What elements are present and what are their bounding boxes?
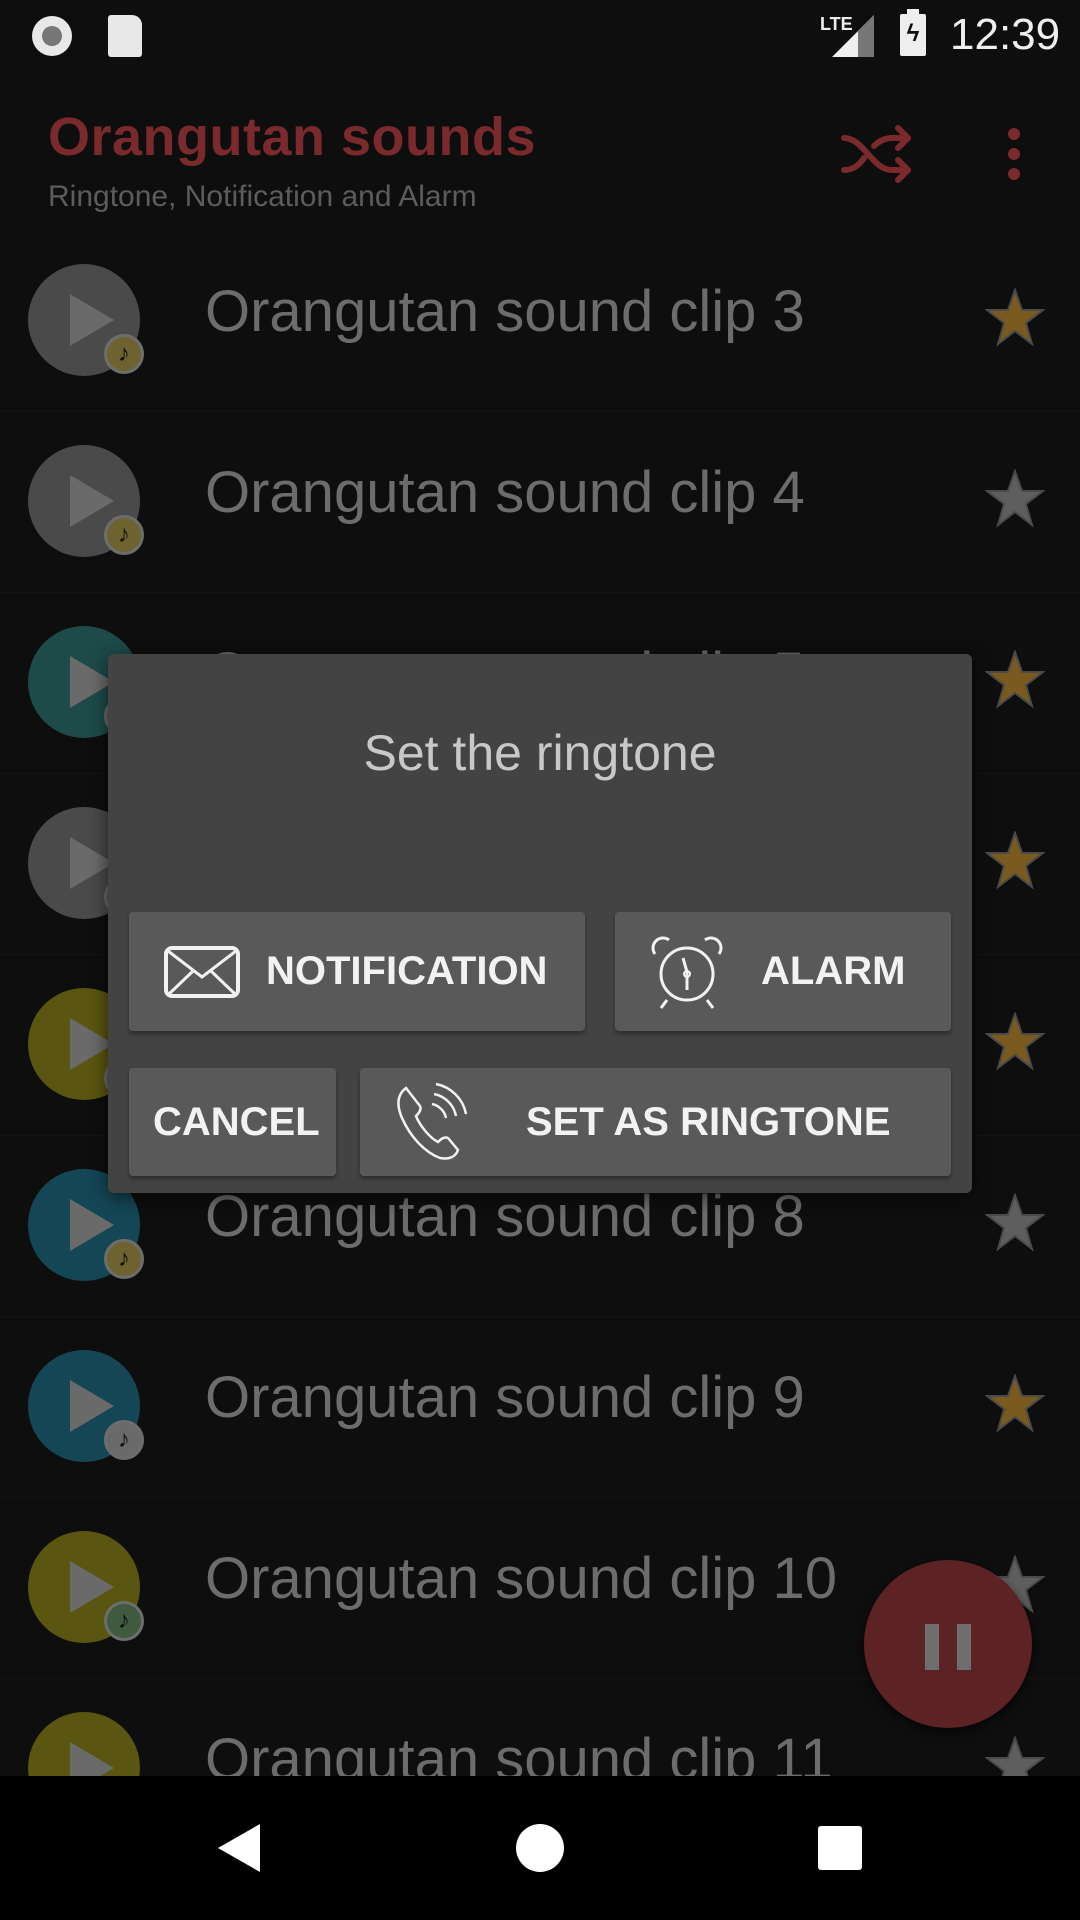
dialog-title: Set the ringtone bbox=[363, 725, 717, 781]
sound-title: Orangutan sound clip 8 bbox=[205, 1184, 805, 1249]
bolt-glyph: ϟ bbox=[906, 20, 920, 47]
cancel-label: CANCEL bbox=[153, 1100, 320, 1144]
clock: 12:39 bbox=[950, 10, 1061, 59]
sound-title: Orangutan sound clip 10 bbox=[205, 1546, 837, 1611]
app-title: Orangutan sounds bbox=[48, 107, 537, 167]
play-icon bbox=[70, 1199, 114, 1251]
list-item[interactable]: ♪ Orangutan sound clip 4 bbox=[0, 411, 1080, 593]
pause-icon bbox=[925, 1624, 939, 1670]
favorite-star-icon[interactable] bbox=[985, 469, 1045, 529]
set-as-ringtone-label: SET AS RINGTONE bbox=[526, 1100, 891, 1144]
screen-record-icon bbox=[32, 16, 72, 56]
home-icon[interactable] bbox=[516, 1824, 564, 1872]
envelope-icon bbox=[164, 946, 240, 998]
favorite-star-icon[interactable] bbox=[985, 831, 1045, 891]
play-icon bbox=[70, 1380, 114, 1432]
ringtone-badge-icon: ♪ bbox=[104, 1420, 144, 1460]
alarm-label: ALARM bbox=[761, 949, 906, 993]
ringtone-badge-icon: ♪ bbox=[104, 334, 144, 374]
back-icon[interactable] bbox=[218, 1824, 260, 1872]
ringtone-badge-icon: ♪ bbox=[104, 515, 144, 555]
notification-label: NOTIFICATION bbox=[266, 949, 548, 993]
ringtone-badge-icon: ♪ bbox=[104, 1239, 144, 1279]
play-icon bbox=[70, 1561, 114, 1613]
favorite-star-icon[interactable] bbox=[985, 1012, 1045, 1072]
ringtone-badge-icon: ♪ bbox=[104, 1601, 144, 1641]
more-vert-icon[interactable] bbox=[996, 124, 1032, 184]
shuffle-icon[interactable] bbox=[836, 124, 916, 184]
set-ringtone-dialog: Set the ringtone NOTIFICATION ALARM CANC… bbox=[108, 654, 972, 1193]
play-icon bbox=[70, 475, 114, 527]
favorite-star-icon[interactable] bbox=[985, 1193, 1045, 1253]
sound-title: Orangutan sound clip 4 bbox=[205, 460, 805, 525]
favorite-star-icon[interactable] bbox=[985, 1374, 1045, 1434]
pause-icon-bar bbox=[957, 1624, 971, 1670]
status-bar: LTE ϟ 12:39 bbox=[0, 0, 1080, 72]
cancel-button[interactable]: CANCEL bbox=[129, 1068, 336, 1176]
favorite-star-icon[interactable] bbox=[985, 650, 1045, 710]
battery-charging-icon: ϟ bbox=[900, 9, 926, 56]
alarm-button[interactable]: ALARM bbox=[615, 912, 951, 1031]
play-icon bbox=[70, 294, 114, 346]
list-item[interactable]: ♪ Orangutan sound clip 9 bbox=[0, 1316, 1080, 1498]
set-as-ringtone-button[interactable]: SET AS RINGTONE bbox=[360, 1068, 951, 1176]
app-subtitle: Ringtone, Notification and Alarm bbox=[48, 180, 477, 213]
app-bar: Orangutan sounds Ringtone, Notification … bbox=[0, 72, 1080, 240]
alarm-clock-icon bbox=[651, 936, 723, 1009]
notification-button[interactable]: NOTIFICATION bbox=[129, 912, 585, 1031]
sd-card-icon bbox=[108, 15, 142, 57]
sound-title: Orangutan sound clip 3 bbox=[205, 279, 805, 344]
list-item[interactable]: ♪ Orangutan sound clip 3 bbox=[0, 230, 1080, 412]
sound-title: Orangutan sound clip 9 bbox=[205, 1365, 805, 1430]
pause-fab[interactable] bbox=[864, 1560, 1032, 1728]
recents-icon[interactable] bbox=[818, 1826, 862, 1870]
phone-ringing-icon bbox=[397, 1082, 468, 1160]
favorite-star-icon[interactable] bbox=[985, 288, 1045, 348]
